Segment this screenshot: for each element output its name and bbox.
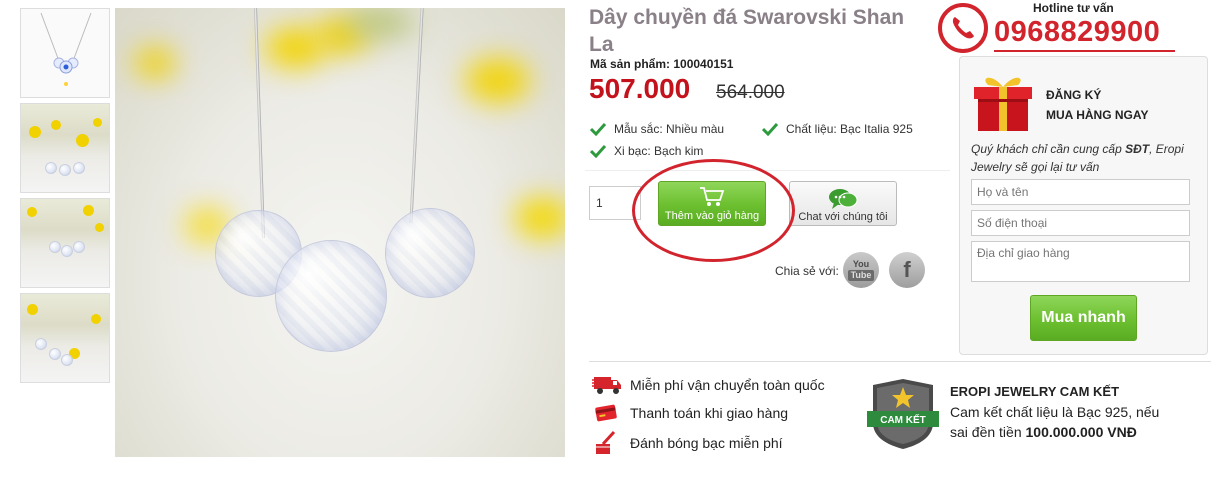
youtube-icon: You Tube xyxy=(843,259,879,281)
divider xyxy=(589,361,1211,362)
check-icon xyxy=(590,122,606,136)
buy-now-button[interactable]: Mua nhanh xyxy=(1030,295,1137,341)
hotline-label: Hotline tư vấn xyxy=(1033,1,1114,15)
facebook-share-button[interactable]: f xyxy=(889,252,925,288)
check-icon xyxy=(590,144,606,158)
youtube-share-button[interactable]: You Tube xyxy=(843,252,879,288)
facebook-icon: f xyxy=(903,257,911,282)
check-icon xyxy=(762,122,778,136)
main-product-image xyxy=(115,8,565,457)
necklace-thumb-image xyxy=(40,12,92,86)
address-input[interactable] xyxy=(971,241,1190,282)
delivery-truck-icon xyxy=(592,377,621,394)
guarantee-badge-icon: CAM KẾT xyxy=(867,379,939,449)
product-title: Dây chuyền đá Swarovski Shan La xyxy=(589,6,905,56)
highlight-circle xyxy=(632,159,795,262)
thumbnail-4[interactable] xyxy=(20,293,110,383)
phone-input[interactable] xyxy=(971,210,1190,236)
register-description: Quý khách chỉ cần cung cấp SĐT, Eropi Je… xyxy=(971,142,1184,174)
benefit-cod: Thanh toán khi giao hàng xyxy=(592,402,788,424)
attribute-color: Mẫu sắc: Nhiều màu xyxy=(590,122,724,136)
product-old-price: 564.000 xyxy=(716,82,785,103)
thumbnail-2[interactable] xyxy=(20,103,110,193)
hotline-number[interactable]: 0968829900 xyxy=(994,16,1160,49)
thumbnail-3[interactable] xyxy=(20,198,110,288)
hotline-underline xyxy=(994,50,1175,52)
chat-button[interactable]: Chat với chúng tôi xyxy=(789,181,897,226)
gift-box-icon xyxy=(974,77,1032,131)
phone-icon xyxy=(938,3,988,53)
register-title: ĐĂNG KÝ MUA HÀNG NGAY xyxy=(1046,88,1149,122)
share-label: Chia sẻ với: xyxy=(775,264,839,278)
thumbnail-1[interactable] xyxy=(20,8,110,98)
badge-text: CAM KẾT xyxy=(880,413,926,426)
attribute-material: Chất liệu: Bạc Italia 925 xyxy=(762,122,913,136)
name-input[interactable] xyxy=(971,179,1190,205)
guarantee-title: EROPI JEWELRY CAM KẾT xyxy=(950,384,1120,399)
polish-brush-icon xyxy=(596,430,616,454)
guarantee-description: Cam kết chất liệu là Bạc 925, nếu sai đề… xyxy=(950,404,1160,440)
product-sku: Mã sản phẩm: 100040151 xyxy=(590,57,734,71)
chat-bubble-icon xyxy=(829,189,858,209)
benefit-polishing: Đánh bóng bạc miễn phí xyxy=(592,430,783,456)
thumbnail-list xyxy=(20,8,112,388)
divider xyxy=(585,170,950,171)
quick-order-form: ĐĂNG KÝ MUA HÀNG NGAY Quý khách chỉ cần … xyxy=(959,56,1208,355)
benefit-free-shipping: Miễn phí vận chuyển toàn quốc xyxy=(592,374,825,396)
product-price: 507.000 xyxy=(589,73,691,104)
credit-card-icon xyxy=(595,404,617,422)
attribute-plating: Xi bạc: Bạch kim xyxy=(590,144,703,158)
